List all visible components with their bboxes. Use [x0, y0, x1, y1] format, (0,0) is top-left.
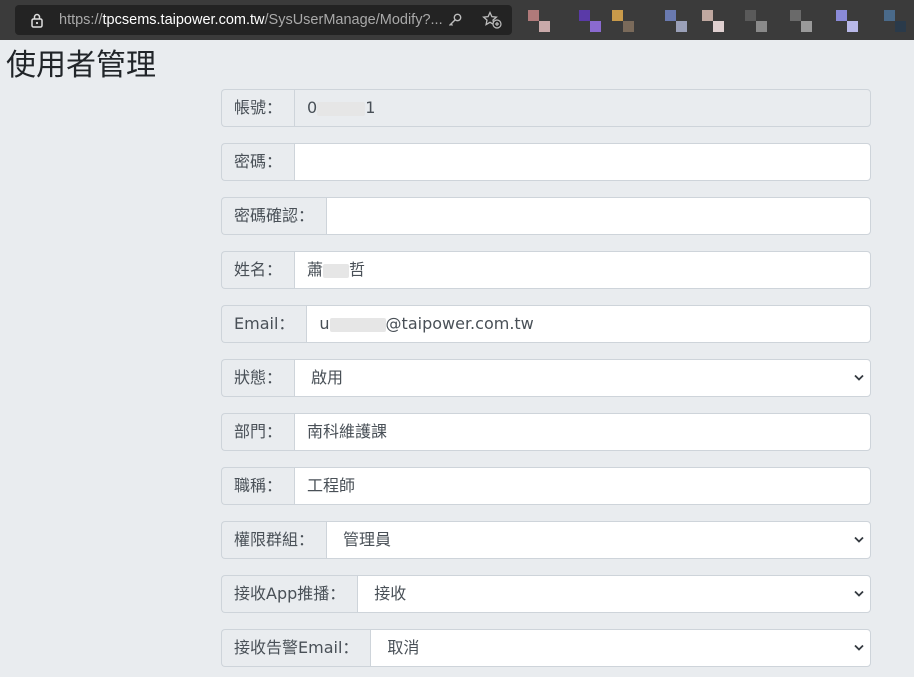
email-value-end: @taipower.com.tw	[385, 314, 534, 333]
account-row: 帳號： 01	[221, 89, 871, 127]
permission-group-label: 權限群組：	[221, 521, 327, 559]
url-path: /SysUserManage/Modify?...	[264, 12, 443, 28]
extension-icon-tile	[579, 10, 590, 21]
extension-icon[interactable]	[836, 10, 858, 32]
app-push-select[interactable]: 接收	[357, 575, 871, 613]
password-confirm-label: 密碼確認：	[221, 197, 327, 235]
extension-icon-tile	[676, 21, 687, 32]
extension-icon-tile	[713, 21, 724, 32]
extension-icon-tile	[702, 10, 713, 21]
permission-group-select[interactable]: 管理員	[326, 521, 871, 559]
extension-icon-tile	[612, 10, 623, 21]
extension-icon[interactable]	[745, 10, 767, 32]
redacted-text	[323, 263, 350, 278]
alert-email-label: 接收告警Email：	[221, 629, 371, 667]
password-confirm-row: 密碼確認：	[221, 197, 871, 235]
extension-icon-tile	[801, 21, 812, 32]
name-field[interactable]: 蕭哲	[294, 251, 871, 289]
extension-icon-tile	[836, 10, 847, 21]
email-field[interactable]: u @taipower.com.tw	[306, 305, 871, 343]
password-row: 密碼：	[221, 143, 871, 181]
extension-icon-tile	[623, 21, 634, 32]
password-label: 密碼：	[221, 143, 295, 181]
job-title-field[interactable]: 工程師	[294, 467, 871, 505]
account-value-end: 1	[365, 98, 376, 117]
app-push-row: 接收App推播： 接收	[221, 575, 871, 613]
job-title-row: 職稱： 工程師	[221, 467, 871, 505]
extension-icon-tile	[790, 10, 801, 21]
alert-email-selected-value: 取消	[387, 638, 420, 657]
email-value-start: u	[319, 314, 330, 333]
redacted-text	[329, 317, 386, 332]
extension-icon-tile	[590, 21, 601, 32]
name-row: 姓名： 蕭哲	[221, 251, 871, 289]
lock-icon[interactable]	[29, 12, 45, 28]
department-label: 部門：	[221, 413, 295, 451]
status-selected-value: 啟用	[311, 368, 344, 387]
alert-email-select[interactable]: 取消	[370, 629, 871, 667]
email-row: Email： u @taipower.com.tw	[221, 305, 871, 343]
name-label: 姓名：	[221, 251, 295, 289]
chevron-down-icon	[854, 590, 864, 597]
status-label: 狀態：	[221, 359, 295, 397]
extension-icon[interactable]	[702, 10, 724, 32]
name-value-start: 蕭	[307, 260, 324, 279]
extension-icon-tile	[884, 10, 895, 21]
extension-icon[interactable]	[579, 10, 601, 32]
email-label: Email：	[221, 305, 307, 343]
extension-icon[interactable]	[884, 10, 906, 32]
name-value-end: 哲	[349, 260, 366, 279]
account-field: 01	[294, 89, 871, 127]
address-bar[interactable]: https://tpcsems.taipower.com.tw/SysUserM…	[15, 5, 512, 35]
extension-icon-tile	[756, 21, 767, 32]
app-push-selected-value: 接收	[374, 584, 407, 603]
redacted-text	[317, 101, 366, 116]
password-field[interactable]	[294, 143, 871, 181]
extension-icon-tile	[847, 21, 858, 32]
department-field[interactable]: 南科維護課	[294, 413, 871, 451]
job-title-label: 職稱：	[221, 467, 295, 505]
extension-icon-tile	[665, 10, 676, 21]
extension-icon-tile	[745, 10, 756, 21]
password-confirm-field[interactable]	[326, 197, 871, 235]
status-row: 狀態： 啟用	[221, 359, 871, 397]
extension-icon[interactable]	[528, 10, 550, 32]
status-select[interactable]: 啟用	[294, 359, 871, 397]
extension-icon[interactable]	[665, 10, 687, 32]
permission-group-selected-value: 管理員	[343, 530, 392, 549]
key-icon[interactable]	[447, 12, 463, 28]
chevron-down-icon	[854, 536, 864, 543]
department-row: 部門： 南科維護課	[221, 413, 871, 451]
account-label: 帳號：	[221, 89, 295, 127]
url-host: tpcsems.taipower.com.tw	[102, 12, 265, 28]
account-value-start: 0	[307, 98, 318, 117]
extension-icon[interactable]	[790, 10, 812, 32]
browser-toolbar: https://tpcsems.taipower.com.tw/SysUserM…	[0, 0, 914, 40]
extension-icon-tile	[895, 21, 906, 32]
url-scheme: https://	[59, 12, 103, 28]
url-text[interactable]: https://tpcsems.taipower.com.tw/SysUserM…	[59, 11, 449, 29]
extension-icon[interactable]	[612, 10, 634, 32]
page-title: 使用者管理	[6, 48, 156, 83]
chevron-down-icon	[854, 644, 864, 651]
app-push-label: 接收App推播：	[221, 575, 358, 613]
alert-email-row: 接收告警Email： 取消	[221, 629, 871, 667]
add-favorite-icon[interactable]	[482, 11, 502, 29]
extension-icon-tile	[528, 10, 539, 21]
chevron-down-icon	[854, 374, 864, 381]
permission-group-row: 權限群組： 管理員	[221, 521, 871, 559]
extension-icon-tile	[539, 21, 550, 32]
